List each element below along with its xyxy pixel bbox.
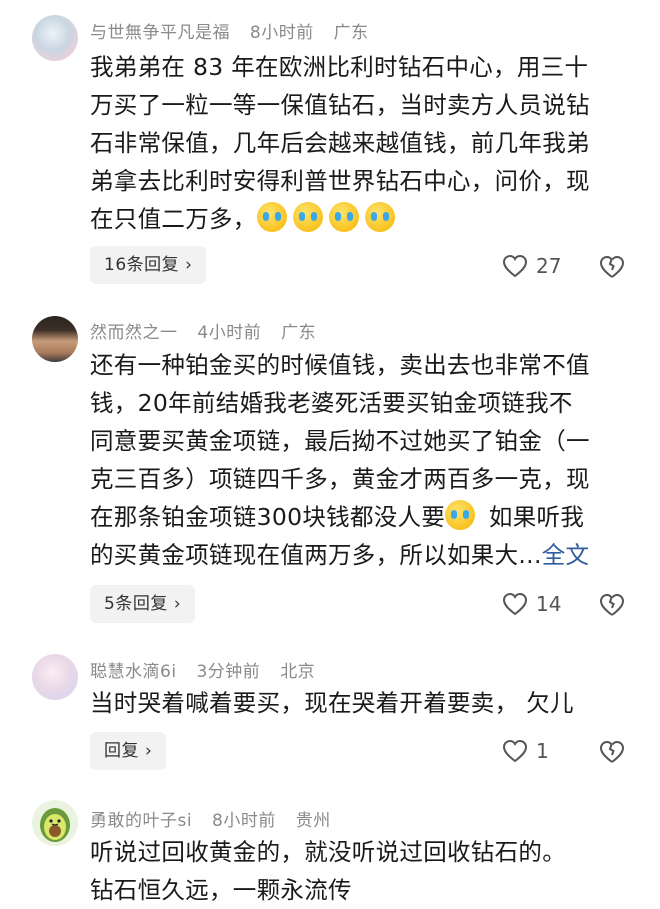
comment-line: 弟拿去比利时安得利普世界钻石中心，问价，现	[90, 167, 590, 195]
comment-line: 石非常保值，几年后会越来越值钱，前几年我弟	[90, 129, 590, 157]
like-count: 14	[536, 592, 562, 616]
comment-text[interactable]: 我弟弟在 83 年在欧洲比利时钻石中心，用三十 万买了一粒一等一保值钻石，当时卖…	[90, 48, 638, 238]
comment-line: 当时哭着喊着要买，现在哭着开着要卖， 欠儿	[90, 689, 574, 717]
comment-line-text: 在只值二万多，	[90, 205, 257, 233]
comment-line-text: 如果听我	[481, 503, 585, 531]
avocado-icon	[40, 808, 70, 842]
comment-text[interactable]: 当时哭着喊着要买，现在哭着开着要卖， 欠儿	[90, 684, 638, 722]
chevron-right-icon: ›	[145, 741, 153, 761]
timestamp: 8小时前	[212, 811, 276, 831]
heart-outline-icon	[502, 739, 528, 763]
crying-face-icon	[292, 202, 323, 232]
comment-line: 钻石恒久远，一颗永流传	[90, 876, 352, 904]
comment-line: 同意要买黄金项链，最后拗不过她买了铂金（一	[90, 427, 590, 455]
broken-heart-icon[interactable]	[598, 591, 626, 619]
view-replies-button[interactable]: 5条回复 ›	[90, 585, 196, 623]
comment-line: 在只值二万多，	[90, 200, 638, 238]
avatar[interactable]	[32, 15, 78, 61]
comment-line: 我弟弟在 83 年在欧洲比利时钻石中心，用三十	[90, 53, 589, 81]
username[interactable]: 勇敢的叶子si	[90, 811, 192, 831]
timestamp: 8小时前	[249, 23, 314, 43]
avatar[interactable]	[32, 316, 78, 362]
username[interactable]: 然而然之一	[90, 323, 178, 343]
chevron-right-icon: ›	[185, 255, 193, 275]
reply-count: 5条回复	[104, 594, 168, 614]
comment-text[interactable]: 还有一种铂金买的时候值钱，卖出去也非常不值 钱，20年前结婚我老婆死活要买铂金项…	[90, 346, 638, 574]
timestamp: 3分钟前	[196, 662, 261, 682]
broken-heart-icon[interactable]	[598, 253, 626, 281]
comment-meta: 与世無争平凡是福 8小时前 广东	[90, 18, 383, 43]
location: 北京	[280, 662, 316, 682]
comment-line: 听说过回收黄金的，就没听说过回收钻石的。	[90, 838, 566, 866]
chevron-right-icon: ›	[173, 594, 182, 614]
laughing-crying-face-icon	[445, 500, 476, 530]
timestamp: 4小时前	[197, 323, 262, 343]
comment-line-text: 在那条铂金项链300块钱都没人要	[90, 503, 446, 531]
comment-text[interactable]: 听说过回收黄金的，就没听说过回收钻石的。 钻石恒久远，一颗永流传	[90, 833, 638, 909]
heart-outline-icon	[502, 254, 528, 278]
view-replies-button[interactable]: 16条回复 ›	[90, 246, 207, 284]
crying-face-icon	[256, 202, 287, 232]
comment-line: 在那条铂金项链300块钱都没人要 如果听我	[90, 498, 638, 536]
like-count: 27	[536, 254, 562, 278]
comment-meta: 聪慧水滴6i 3分钟前 北京	[90, 657, 329, 682]
expand-full-text-link[interactable]: 全文	[542, 541, 590, 569]
comment-meta: 然而然之一 4小时前 广东	[90, 318, 330, 343]
heart-outline-icon	[502, 592, 528, 616]
reply-label: 回复	[104, 741, 139, 761]
avatar[interactable]	[32, 800, 78, 846]
comment-line: 克三百多）项链四千多，黄金才两百多一克，现	[90, 465, 590, 493]
like-button[interactable]: 14	[502, 589, 561, 619]
like-count: 1	[536, 739, 549, 763]
comment-line: 万买了一粒一等一保值钻石，当时卖方人员说钻	[90, 91, 590, 119]
username[interactable]: 与世無争平凡是福	[90, 23, 230, 43]
comment-line: 钱，20年前结婚我老婆死活要买铂金项链我不	[90, 389, 573, 417]
broken-heart-icon[interactable]	[598, 738, 626, 766]
reply-count: 16条回复	[104, 255, 180, 275]
crying-face-icon	[328, 202, 359, 232]
avatar[interactable]	[32, 654, 78, 700]
comment-line: 的买黄金项链现在值两万多，所以如果大...全文	[90, 536, 638, 574]
like-button[interactable]: 1	[502, 736, 549, 766]
location: 广东	[281, 323, 317, 343]
username[interactable]: 聪慧水滴6i	[90, 662, 177, 682]
reply-button[interactable]: 回复 ›	[90, 732, 167, 770]
comment-line-text: 的买黄金项链现在值两万多，所以如果大...	[90, 541, 542, 569]
comment-meta: 勇敢的叶子si 8小时前 贵州	[90, 806, 345, 831]
crying-face-icon	[364, 202, 395, 232]
location: 广东	[333, 23, 369, 43]
like-button[interactable]: 27	[502, 251, 561, 281]
location: 贵州	[295, 811, 331, 831]
comment-line: 还有一种铂金买的时候值钱，卖出去也非常不值	[90, 351, 590, 379]
